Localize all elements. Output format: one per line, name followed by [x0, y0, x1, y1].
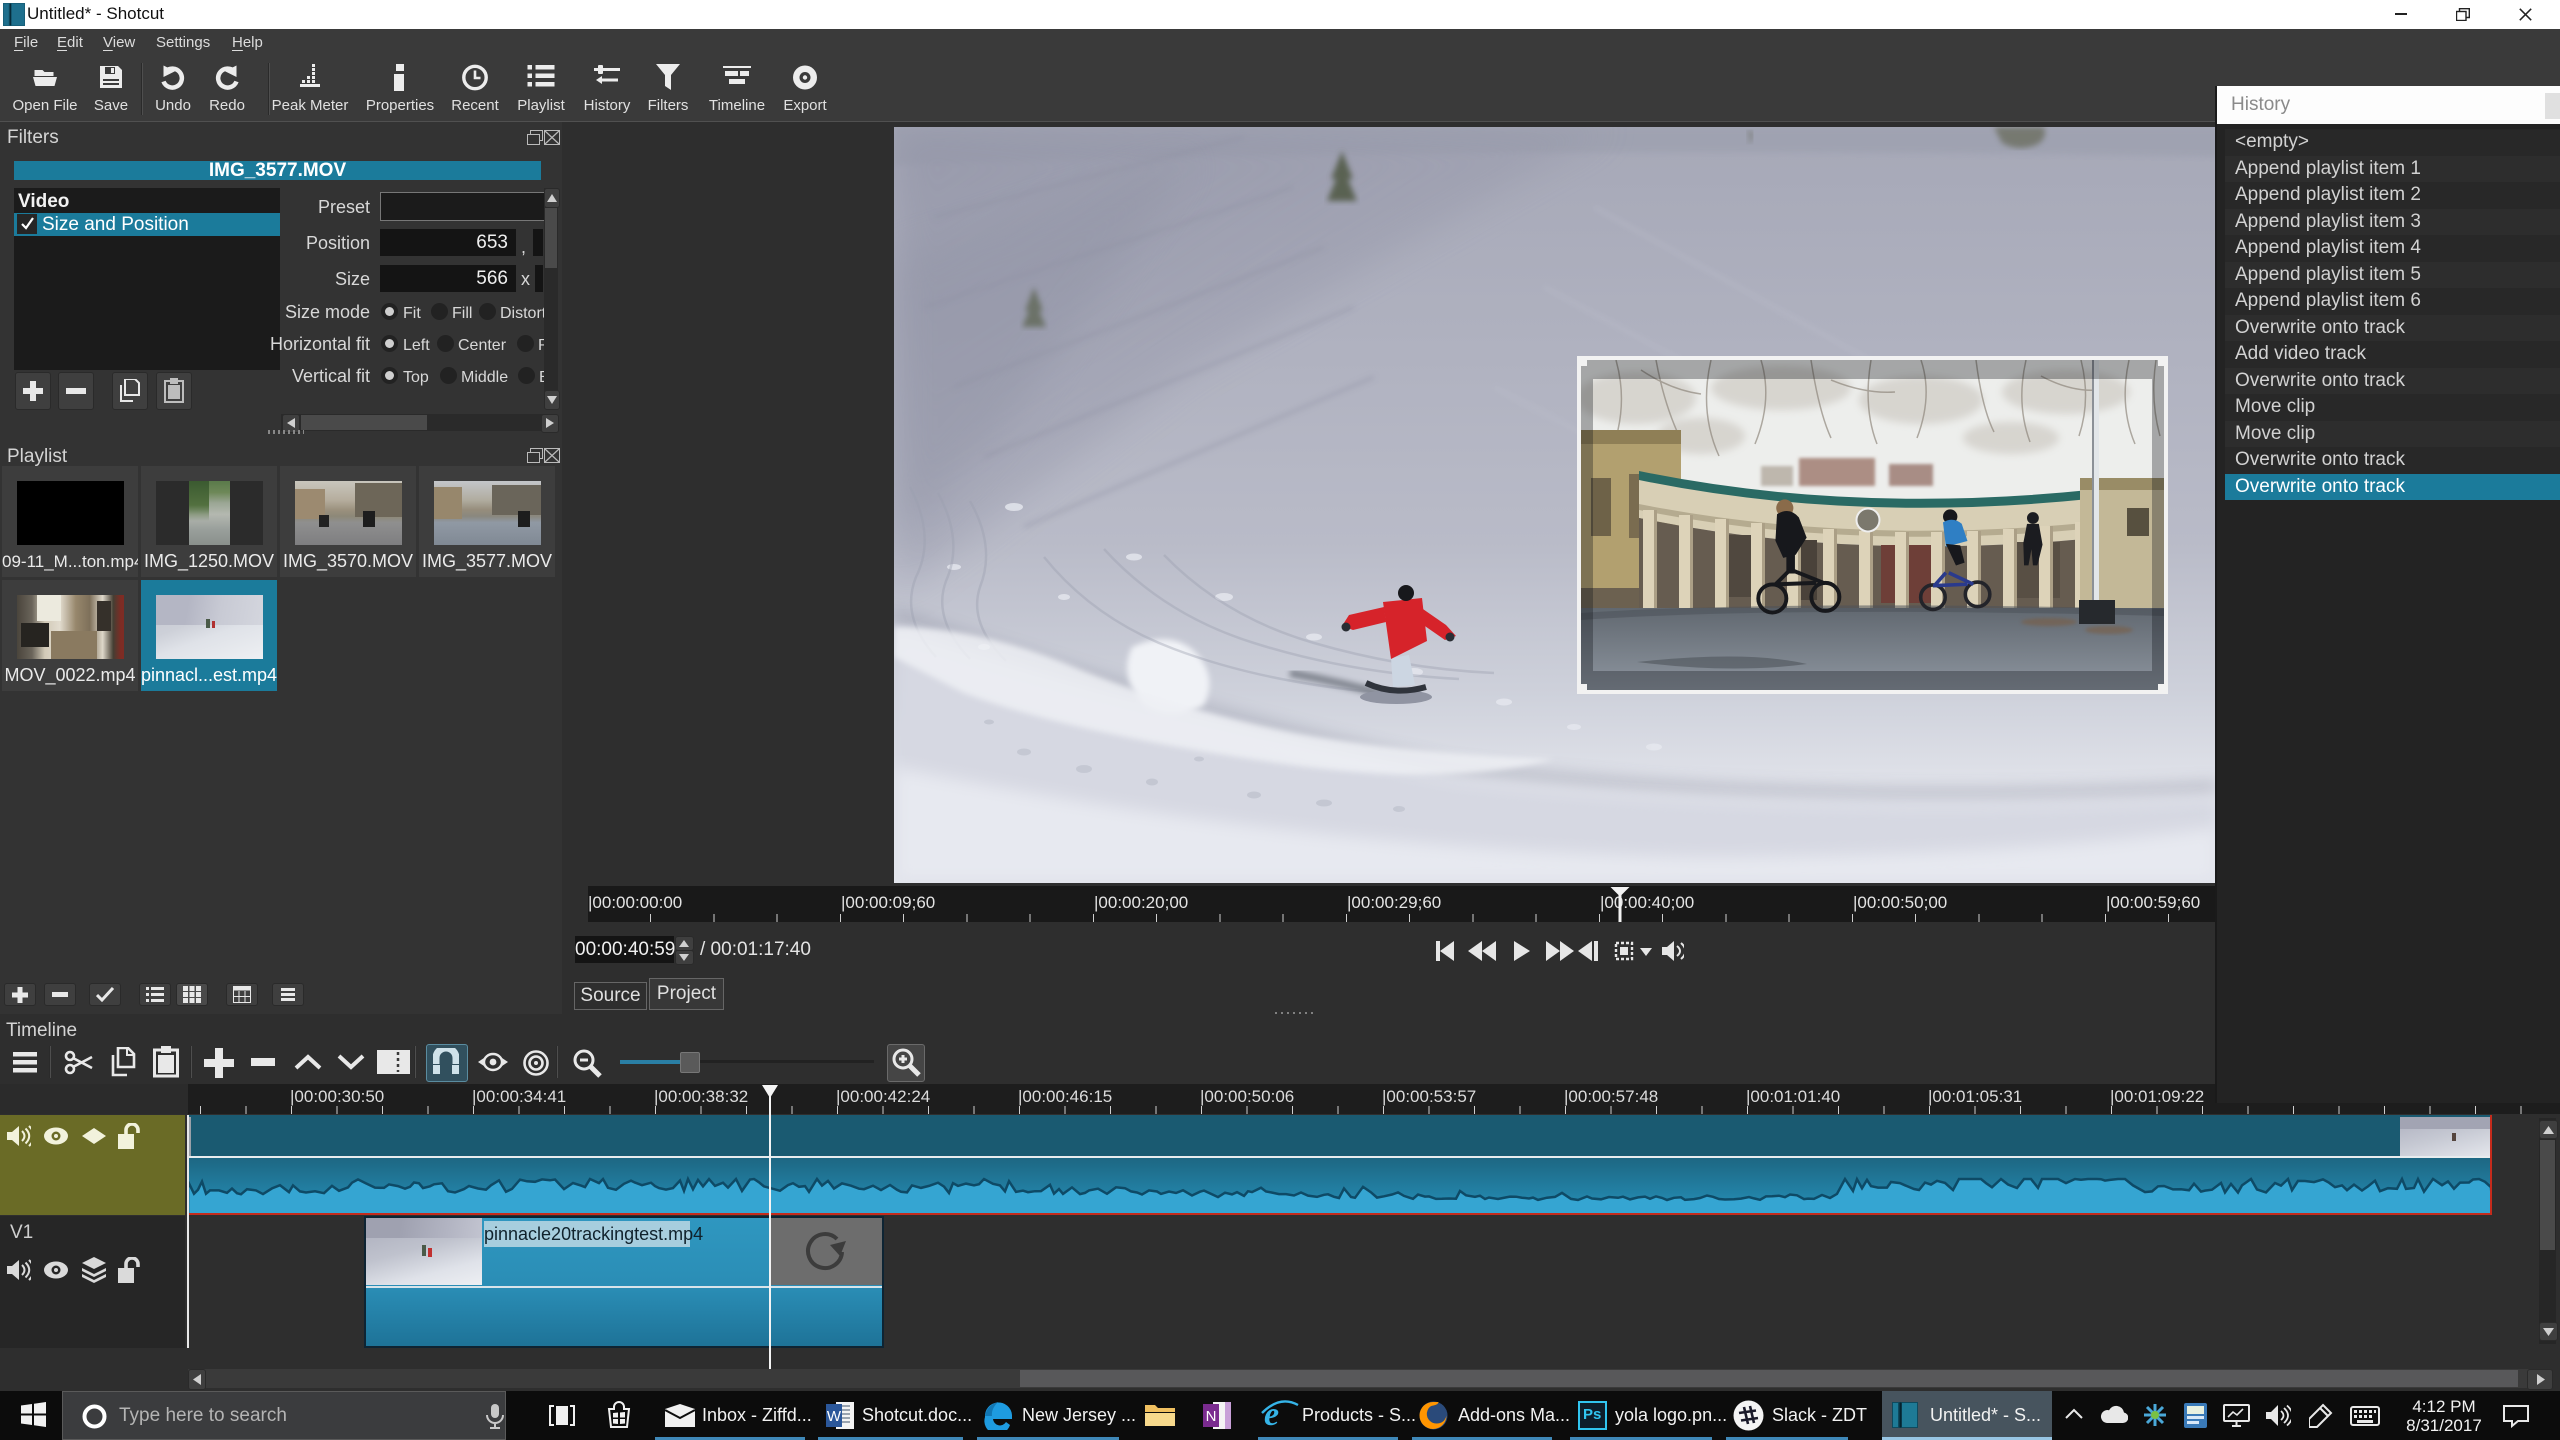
svg-text:N: N	[1206, 1408, 1217, 1425]
svg-text:W: W	[827, 1408, 842, 1425]
